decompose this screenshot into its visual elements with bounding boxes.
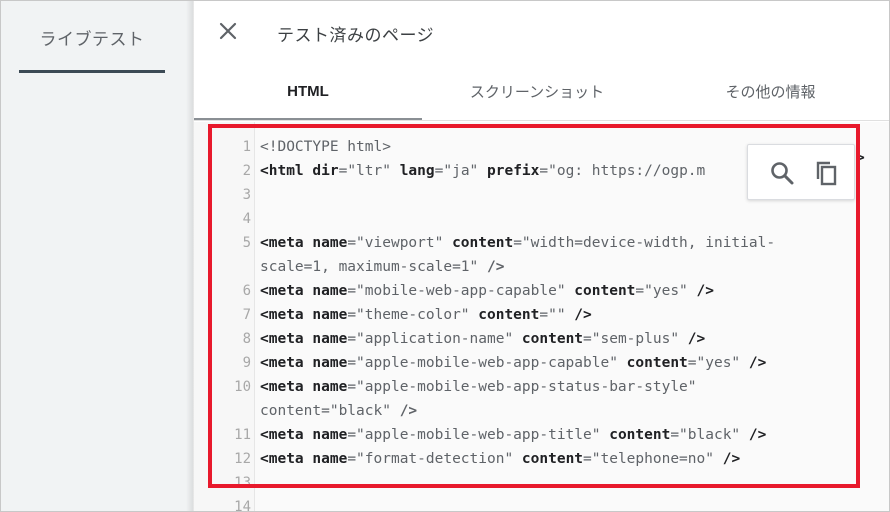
sidebar-tab-live-test[interactable]: ライブテスト bbox=[19, 15, 165, 73]
tab-screenshot[interactable]: スクリーンショット bbox=[422, 71, 652, 121]
tested-page-panel: テスト済みのページ HTML スクリーンショット その他の情報 1 <!DOCTY… bbox=[194, 1, 889, 511]
line-number: 7 bbox=[242, 307, 251, 323]
code-line: 8 <meta name="application-name" content="… bbox=[194, 327, 889, 351]
code-text: <meta name="application-name" content="s… bbox=[260, 331, 706, 347]
copy-icon bbox=[816, 161, 837, 186]
tab-bar: HTML スクリーンショット その他の情報 bbox=[194, 71, 889, 121]
code-line: 4 bbox=[194, 207, 889, 231]
code-line: 12 <meta name="format-detection" content=… bbox=[194, 447, 889, 471]
code-toolbox bbox=[747, 144, 855, 200]
code-text: <meta name="mobile-web-app-capable" cont… bbox=[260, 283, 714, 299]
code-text: <meta name="viewport" content="width=dev… bbox=[260, 235, 776, 251]
code-line: 6 <meta name="mobile-web-app-capable" con… bbox=[194, 279, 889, 303]
copy-button[interactable] bbox=[810, 157, 842, 189]
tab-html[interactable]: HTML bbox=[194, 71, 422, 121]
code-text: <html dir="ltr" lang="ja" prefix="og: ht… bbox=[260, 163, 706, 179]
code-line: 11 <meta name="apple-mobile-web-app-title… bbox=[194, 423, 889, 447]
tab-divider bbox=[194, 120, 889, 121]
line-number: 13 bbox=[234, 475, 251, 491]
html-code-viewer[interactable]: 1 <!DOCTYPE html> 2 <html dir="ltr" lang="j… bbox=[194, 122, 889, 511]
line-number: 2 bbox=[242, 163, 251, 179]
line-number: 5 bbox=[242, 235, 251, 251]
line-number: 12 bbox=[234, 451, 251, 467]
close-button[interactable] bbox=[214, 17, 242, 45]
line-number: 9 bbox=[242, 355, 251, 371]
code-text: <!DOCTYPE html> bbox=[260, 139, 391, 155]
code-line-wrap: content="black" /> bbox=[194, 399, 889, 423]
line-number: 10 bbox=[234, 379, 251, 395]
sidebar-tab-label: ライブテスト bbox=[39, 30, 145, 50]
line-number: 3 bbox=[242, 187, 251, 203]
code-line: 13 bbox=[194, 471, 889, 495]
code-text: <meta name="theme-color" content="" /> bbox=[260, 307, 592, 323]
sidebar-tab-indicator bbox=[19, 70, 165, 73]
code-line: 5 <meta name="viewport" content="width=de… bbox=[194, 231, 889, 255]
code-line: 9 <meta name="apple-mobile-web-app-capabl… bbox=[194, 351, 889, 375]
code-overflow-tail: > bbox=[856, 150, 865, 166]
code-text-continued: content="black" /> bbox=[260, 403, 418, 419]
line-number: 11 bbox=[234, 427, 251, 443]
line-number: 4 bbox=[242, 211, 251, 227]
line-number: 6 bbox=[242, 283, 251, 299]
tab-more-info[interactable]: その他の情報 bbox=[652, 71, 889, 121]
line-number: 1 bbox=[242, 139, 251, 155]
code-text: <meta name="apple-mobile-web-app-title" … bbox=[260, 427, 767, 443]
code-text-continued: scale=1, maximum-scale=1" /> bbox=[260, 259, 505, 275]
search-icon bbox=[771, 162, 794, 185]
code-text: <meta name="format-detection" content="t… bbox=[260, 451, 741, 467]
code-text: <meta name="apple-mobile-web-app-capable… bbox=[260, 355, 767, 371]
code-line: 7 <meta name="theme-color" content="" /> bbox=[194, 303, 889, 327]
sidebar-shadow bbox=[186, 1, 194, 511]
code-line: 10 <meta name="apple-mobile-web-app-statu… bbox=[194, 375, 889, 399]
search-button[interactable] bbox=[766, 157, 798, 189]
line-number: 8 bbox=[242, 331, 251, 347]
panel-title: テスト済みのページ bbox=[277, 26, 435, 46]
sidebar: ライブテスト bbox=[1, 1, 193, 511]
line-number: 14 bbox=[234, 499, 251, 511]
code-line: 14 bbox=[194, 495, 889, 511]
code-text: <meta name="apple-mobile-web-app-status-… bbox=[260, 379, 697, 395]
close-icon bbox=[219, 22, 237, 40]
code-line-wrap: scale=1, maximum-scale=1" /> bbox=[194, 255, 889, 279]
